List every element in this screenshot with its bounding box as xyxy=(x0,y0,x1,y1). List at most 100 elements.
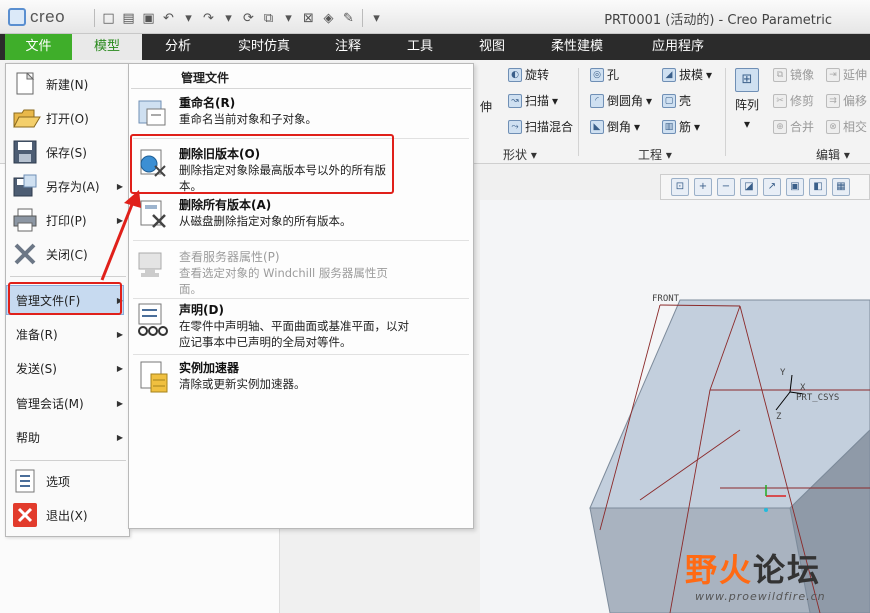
file-menu-manage-session[interactable]: 管理会话(M) ▶ xyxy=(12,387,127,419)
pattern-dropdown-icon[interactable]: ▾ xyxy=(744,117,750,131)
new-icon[interactable]: □ xyxy=(100,10,117,27)
round-label: 倒圆角 xyxy=(607,94,644,108)
submenu-rename[interactable]: 重命名(R) 重命名当前对象和子对象。 xyxy=(133,95,469,131)
display-style-icon[interactable]: ◧ xyxy=(809,178,827,196)
chevron-right-icon: ▶ xyxy=(116,398,123,408)
swept-blend-label: 扫描混合 xyxy=(525,120,574,134)
file-menu-prepare[interactable]: 准备(R) ▶ xyxy=(12,318,127,350)
trim-button[interactable]: ✂ 修剪 xyxy=(773,92,814,109)
saved-orientations-icon[interactable]: ▣ xyxy=(786,178,804,196)
swept-blend-icon: ⤳ xyxy=(508,119,522,134)
undo-icon[interactable]: ↶ xyxy=(160,10,177,27)
options-icon xyxy=(12,468,42,494)
pattern-button[interactable]: ⊞ 阵列 ▾ xyxy=(735,68,759,131)
redo-icon[interactable]: ↷ xyxy=(200,10,217,27)
file-menu-exit[interactable]: 退出(X) xyxy=(12,499,127,531)
sweep-dropdown-icon[interactable]: ▾ xyxy=(552,94,558,108)
watermark-part-a: 野火 xyxy=(685,551,754,589)
sweep-button[interactable]: ↝ 扫描 ▾ xyxy=(508,92,558,109)
file-menu-print[interactable]: 打印(P) ▶ xyxy=(12,204,127,236)
windows-dropdown-icon[interactable]: ▾ xyxy=(280,10,297,27)
tab-file[interactable]: 文件 xyxy=(5,34,72,60)
refit-icon[interactable]: ⊡ xyxy=(671,178,689,196)
draft-icon: ◢ xyxy=(662,67,676,82)
submenu-declare[interactable]: 声明(D) 在零件中声明轴、平面曲面或基准平面，以对应记事本中已声明的全局对等件… xyxy=(133,302,469,350)
draft-button[interactable]: ◢ 拔模 ▾ xyxy=(662,66,712,83)
zoom-out-icon[interactable]: − xyxy=(717,178,735,196)
offset-icon: ⇉ xyxy=(826,93,840,108)
sweep-label: 扫描 xyxy=(525,94,550,108)
tab-view[interactable]: 视图 xyxy=(458,34,526,60)
extrude-button[interactable]: 伸 xyxy=(480,98,492,115)
extend-icon: ⇥ xyxy=(826,67,840,82)
submenu-header: 管理文件 xyxy=(181,71,230,85)
intersect-button[interactable]: ⊗ 相交 xyxy=(826,118,867,135)
chamfer-dropdown-icon[interactable]: ▾ xyxy=(634,120,640,134)
save-icon[interactable]: ▣ xyxy=(140,10,157,27)
file-menu-new[interactable]: 新建(N) xyxy=(12,68,127,100)
file-menu-save[interactable]: 保存(S) xyxy=(12,136,127,168)
zoom-in-icon[interactable]: + xyxy=(694,178,712,196)
shape-group-label[interactable]: 形状 ▾ xyxy=(503,146,537,163)
shell-button[interactable]: ▢ 壳 xyxy=(662,92,691,109)
close-icon xyxy=(12,241,42,267)
rib-button[interactable]: ▥ 筋 ▾ xyxy=(662,118,700,135)
mirror-button[interactable]: ⧉ 镜像 xyxy=(773,66,814,83)
regenerate-icon[interactable]: ⟳ xyxy=(240,10,257,27)
extrude-label: 伸 xyxy=(480,100,493,114)
file-menu-close[interactable]: 关闭(C) xyxy=(12,238,127,270)
hole-button[interactable]: ◎ 孔 xyxy=(590,66,619,83)
rib-icon: ▥ xyxy=(662,119,676,134)
close-window-icon[interactable]: ⊠ xyxy=(300,10,317,27)
file-menu-send[interactable]: 发送(S) ▶ xyxy=(12,352,127,384)
repaint-icon[interactable]: ◪ xyxy=(740,178,758,196)
extend-button[interactable]: ⇥ 延伸 xyxy=(826,66,867,83)
revolve-icon: ◐ xyxy=(508,67,522,82)
editing-group-label[interactable]: 编辑 ▾ xyxy=(816,146,850,163)
merge-label: 合并 xyxy=(790,120,815,134)
reorient-icon[interactable]: ↗ xyxy=(763,178,781,196)
tab-model[interactable]: 模型 xyxy=(72,34,142,60)
undo-dropdown-icon[interactable]: ▾ xyxy=(180,10,197,27)
tab-annotate[interactable]: 注释 xyxy=(314,34,382,60)
tab-tools[interactable]: 工具 xyxy=(382,34,458,60)
pen-icon[interactable]: ✎ xyxy=(340,10,357,27)
pattern-icon: ⊞ xyxy=(735,68,759,92)
chamfer-button[interactable]: ◣ 倒角 ▾ xyxy=(590,118,640,135)
sweep-icon: ↝ xyxy=(508,93,522,108)
merge-button[interactable]: ⊕ 合并 xyxy=(773,118,814,135)
submenu-instance-accelerator[interactable]: 实例加速器 清除或更新实例加速器。 xyxy=(133,360,469,396)
view-manager-icon[interactable]: ▦ xyxy=(832,178,850,196)
rib-dropdown-icon[interactable]: ▾ xyxy=(694,120,700,134)
csys-label: PRT_CSYS xyxy=(796,393,840,403)
intersect-icon: ⊗ xyxy=(826,119,840,134)
file-menu-options[interactable]: 选项 xyxy=(12,465,127,497)
appearance-icon[interactable]: ◈ xyxy=(320,10,337,27)
shell-icon: ▢ xyxy=(662,93,676,108)
hole-icon: ◎ xyxy=(590,67,604,82)
open-icon[interactable]: ▤ xyxy=(120,10,137,27)
revolve-button[interactable]: ◐ 旋转 xyxy=(508,66,549,83)
engineering-group-label[interactable]: 工程 ▾ xyxy=(638,146,672,163)
quick-access-toolbar: □ ▤ ▣ ↶ ▾ ↷ ▾ ⟳ ⧉ ▾ ⊠ ◈ ✎ ▾ xyxy=(92,9,385,27)
submenu-erase-all-versions[interactable]: 删除所有版本(A) 从磁盘删除指定对象的所有版本。 xyxy=(133,197,469,233)
customize-dropdown-icon[interactable]: ▾ xyxy=(368,10,385,27)
tab-applications[interactable]: 应用程序 xyxy=(628,34,728,60)
offset-button[interactable]: ⇉ 偏移 xyxy=(826,92,867,109)
windows-icon[interactable]: ⧉ xyxy=(260,10,277,27)
tab-simulation[interactable]: 实时仿真 xyxy=(214,34,314,60)
round-dropdown-icon[interactable]: ▾ xyxy=(646,94,652,108)
file-menu-save-as[interactable]: 另存为(A) ▶ xyxy=(12,170,127,202)
file-menu-open[interactable]: 打开(O) xyxy=(12,102,127,134)
instance-accelerator-description: 清除或更新实例加速器。 xyxy=(179,377,306,391)
chevron-right-icon: ▶ xyxy=(116,181,123,191)
tab-flexible-modeling[interactable]: 柔性建模 xyxy=(526,34,628,60)
rename-icon xyxy=(133,95,173,131)
redo-dropdown-icon[interactable]: ▾ xyxy=(220,10,237,27)
trim-icon: ✂ xyxy=(773,93,787,108)
swept-blend-button[interactable]: ⤳ 扫描混合 xyxy=(508,118,573,135)
tab-analysis[interactable]: 分析 xyxy=(142,34,214,60)
round-button[interactable]: ◜ 倒圆角 ▾ xyxy=(590,92,652,109)
file-menu-help[interactable]: 帮助 ▶ xyxy=(12,421,127,453)
draft-dropdown-icon[interactable]: ▾ xyxy=(706,68,712,82)
